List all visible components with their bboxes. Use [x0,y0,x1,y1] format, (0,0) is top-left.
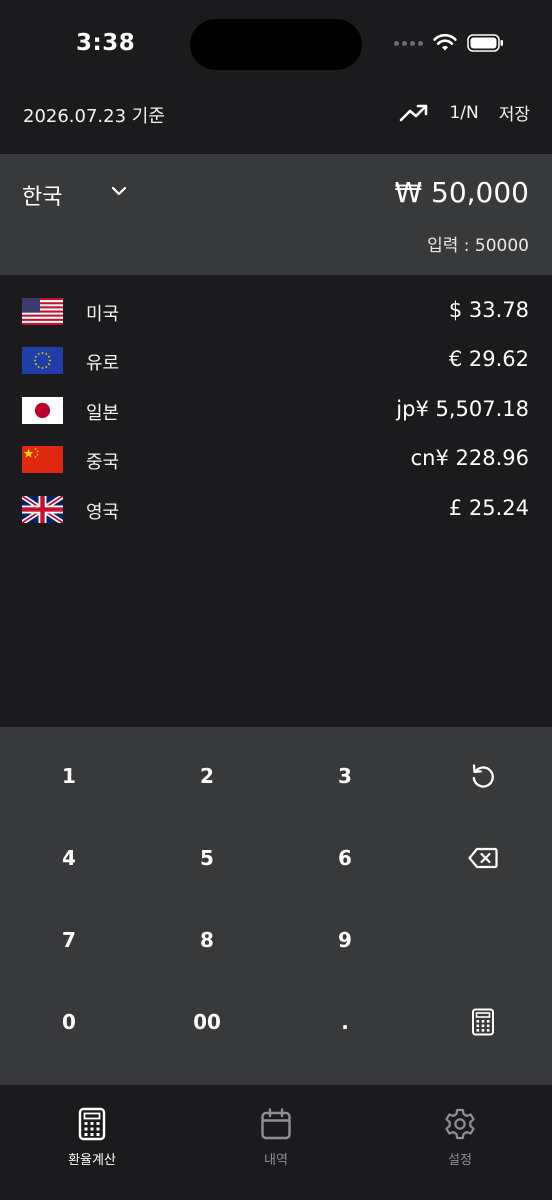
trending-up-icon[interactable] [399,101,429,125]
backspace-button[interactable] [414,817,552,899]
calculator-icon [472,1008,494,1036]
input-echo: 입력 : 50000 [427,236,529,256]
tab-history[interactable]: 내역 [216,1107,336,1168]
backspace-icon [468,847,498,869]
reset-icon [472,764,494,788]
jp-flag-icon [22,397,63,424]
key-6[interactable]: 6 [276,817,414,899]
currency-row-uk[interactable]: 영국 £ 25.24 [0,489,552,529]
status-time: 3:38 [76,30,136,56]
country-name: 미국 [86,304,120,325]
key-5[interactable]: 5 [138,817,276,899]
currency-list: 미국 $ 33.78 유로 € 29.62 일본 jp¥ 5,507.18 중국… [0,275,552,727]
converted-value: £ 25.24 [448,496,529,520]
us-flag-icon [22,298,63,325]
key-dot[interactable]: . [276,981,414,1063]
converted-value: jp¥ 5,507.18 [396,397,529,421]
country-name: 유로 [86,353,120,374]
converted-value: $ 33.78 [448,298,529,322]
tab-settings[interactable]: 설정 [400,1107,520,1168]
currency-row-us[interactable]: 미국 $ 33.78 [0,291,552,331]
rate-date-label: 2026.07.23 기준 [23,106,165,127]
key-0[interactable]: 0 [0,981,138,1063]
currency-row-cn[interactable]: 중국 cn¥ 228.96 [0,439,552,479]
key-2[interactable]: 2 [138,735,276,817]
cn-flag-icon [22,446,63,473]
calculator-button[interactable] [414,981,552,1063]
keypad: 1 2 3 4 5 6 7 8 9 0 00 . [0,727,552,1085]
reset-button[interactable] [414,735,552,817]
base-amount: ₩ 50,000 [394,176,529,209]
save-button[interactable]: 저장 [499,100,530,125]
converted-value: € 29.62 [448,347,529,371]
country-name: 영국 [86,502,120,523]
tab-label: 내역 [264,1153,288,1168]
gear-icon [445,1108,475,1140]
tab-bar: 환율계산 내역 설정 [0,1085,552,1200]
status-bar: 3:38 [0,0,552,90]
key-3[interactable]: 3 [276,735,414,817]
key-8[interactable]: 8 [138,899,276,981]
base-country-selector[interactable]: 한국 [22,179,62,211]
key-4[interactable]: 4 [0,817,138,899]
key-00[interactable]: 00 [138,981,276,1063]
key-9[interactable]: 9 [276,899,414,981]
status-indicators [394,34,504,52]
signal-icon [394,40,423,46]
tab-exchange-calculator[interactable]: 환율계산 [32,1107,152,1168]
base-currency-panel: 한국 ₩ 50,000 입력 : 50000 [0,154,552,275]
key-7[interactable]: 7 [0,899,138,981]
battery-icon [467,34,503,52]
header: 2026.07.23 기준 1/N 저장 [0,90,552,154]
country-name: 일본 [86,403,120,424]
calendar-icon [261,1108,291,1140]
country-name: 중국 [86,452,120,473]
converted-value: cn¥ 228.96 [410,446,529,470]
split-button[interactable]: 1/N [449,103,478,123]
currency-row-jp[interactable]: 일본 jp¥ 5,507.18 [0,390,552,430]
dynamic-island [190,19,362,70]
calculator-icon [78,1107,106,1141]
header-actions: 1/N 저장 [399,100,530,125]
tab-label: 설정 [448,1153,472,1168]
wifi-icon [433,34,457,51]
uk-flag-icon [22,496,63,523]
tab-label: 환율계산 [68,1153,116,1168]
eu-flag-icon [22,347,63,374]
chevron-down-icon[interactable] [110,184,128,198]
key-1[interactable]: 1 [0,735,138,817]
currency-row-eu[interactable]: 유로 € 29.62 [0,340,552,380]
